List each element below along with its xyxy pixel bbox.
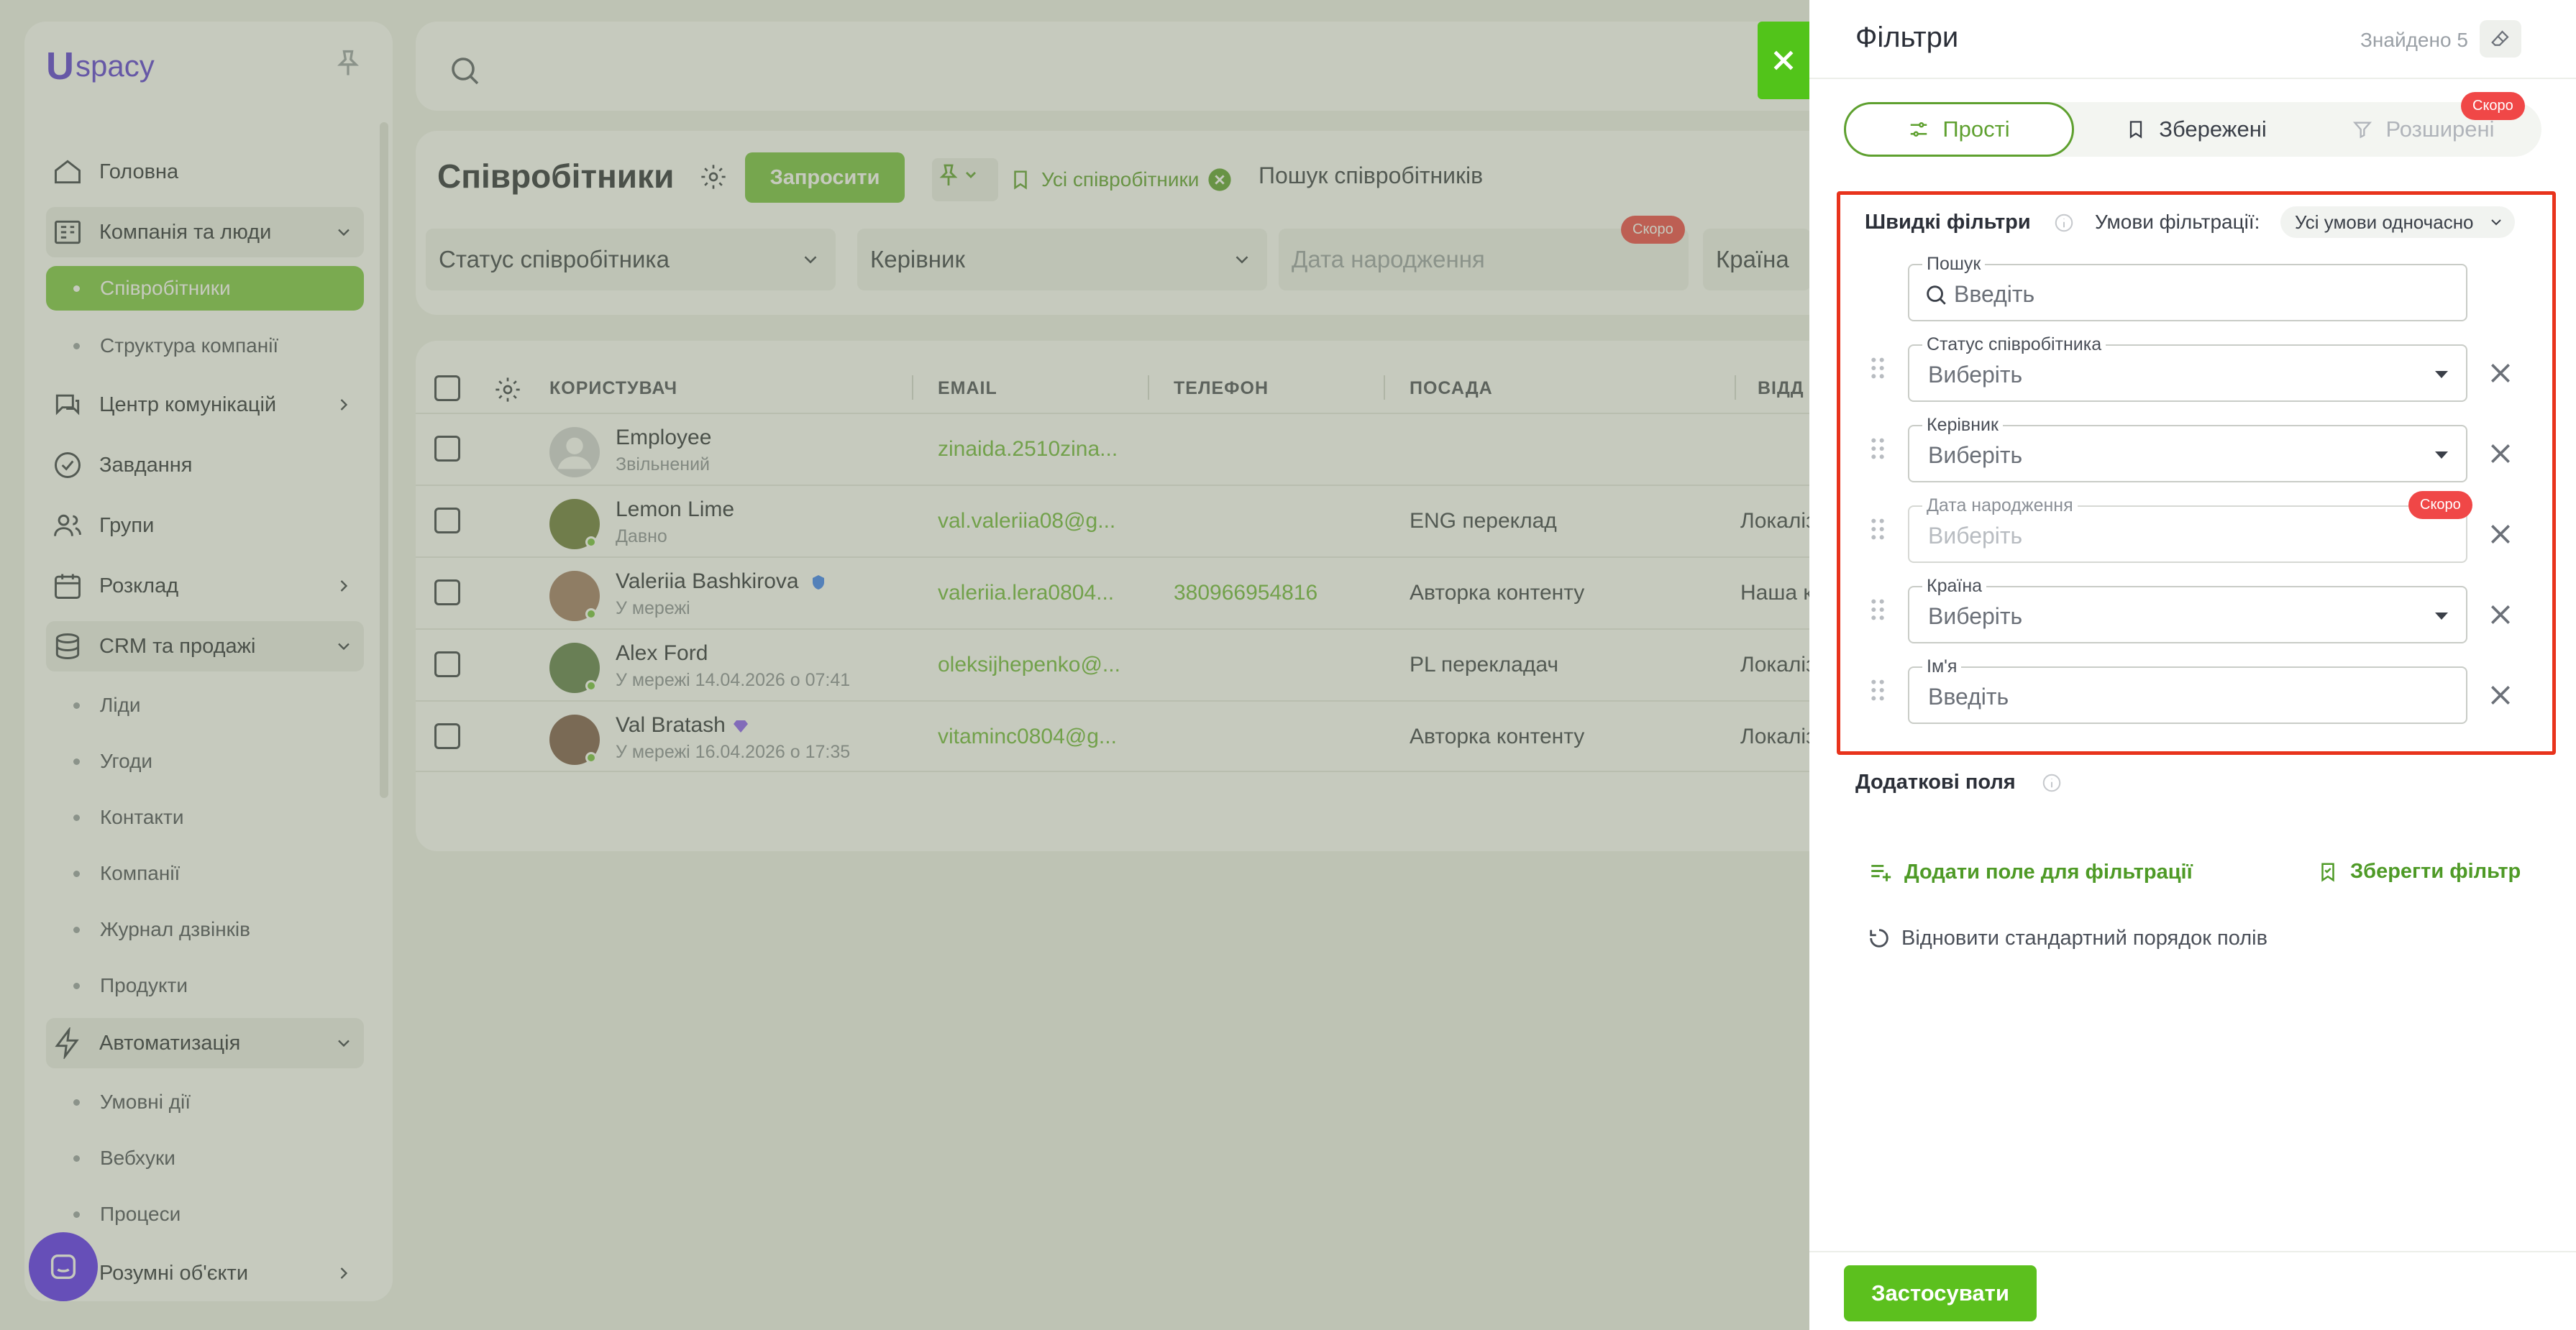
panel-title: Фільтри [1855,22,1959,53]
birthdate-select: Дата народження Виберіть [1908,495,2467,563]
search-field[interactable]: Пошук Введіть [1908,254,2467,321]
clear-filters-button[interactable] [2480,20,2521,58]
name-field[interactable]: Ім'я Введіть [1908,656,2467,724]
quick-filters-title: Швидкі фільтри [1865,211,2031,234]
link-label: Додати поле для фільтрації [1904,860,2193,884]
remove-filter-icon[interactable] [2486,600,2515,629]
restore-label: Відновити стандартний порядок полів [1901,926,2267,950]
field-label: Статус співробітника [1922,334,2106,355]
search-icon [1927,285,1946,305]
field-label: Пошук [1922,254,1986,275]
tab-simple[interactable]: Прості [1844,102,2074,157]
add-list-icon [1871,865,1891,881]
chevron-down-icon [2491,219,2501,226]
caret-down-icon [2435,451,2448,459]
tab-label: Збережені [2159,116,2267,142]
eraser-icon [2491,30,2509,46]
filter-row-name: Ім'я Введіть [1840,652,2552,724]
close-icon [1773,50,1794,70]
conditions-dropdown[interactable]: Усі умови одночасно [2280,206,2515,238]
restore-icon [1870,929,1888,948]
field-placeholder: Виберіть [1928,603,2023,629]
drag-handle-icon[interactable] [1869,517,1886,541]
found-count: Знайдено 5 [2360,29,2468,51]
field-placeholder: Виберіть [1928,523,2023,549]
field-placeholder: Введіть [1928,684,2009,710]
drag-handle-icon[interactable] [1869,597,1886,622]
country-select[interactable]: Країна Виберіть [1908,576,2467,643]
status-select[interactable]: Статус співробітника Виберіть [1908,334,2467,402]
field-label: Ім'я [1922,656,1962,677]
tab-label: Прості [1942,116,2010,142]
info-icon[interactable] [2053,212,2075,234]
bookmark-icon [2130,121,2142,139]
remove-filter-icon[interactable] [2486,681,2515,710]
field-placeholder: Введіть [1954,281,2035,307]
link-label: Зберегти фільтр [2350,860,2521,883]
drag-handle-icon[interactable] [1869,356,1886,380]
filter-row-birthdate: Дата народження Виберіть Скоро [1840,491,2552,563]
add-filter-field-button[interactable]: Додати поле для фільтрації [1868,860,2193,884]
tab-label: Розширені [2385,116,2495,142]
panel-header: Фільтри Знайдено 5 [1809,0,2576,79]
soon-badge: Скоро [2461,92,2525,120]
filter-row-search: Пошук Введіть [1840,249,2552,321]
filter-row-manager: Керівник Виберіть [1840,411,2552,482]
remove-filter-icon[interactable] [2486,439,2515,468]
advanced-filter-icon [2353,121,2372,139]
filter-row-status: Статус співробітника Виберіть [1840,330,2552,402]
remove-filter-icon[interactable] [2486,359,2515,387]
field-label: Керівник [1922,415,2003,436]
remove-filter-icon[interactable] [2486,520,2515,549]
sliders-icon [1911,122,1927,137]
close-panel-button[interactable] [1758,22,1809,99]
additional-fields-title: Додаткові поля [1855,771,2016,794]
filter-tabs: Прості Збережені Розширені [1844,102,2541,157]
tab-saved[interactable]: Збережені [2088,102,2304,157]
save-filter-button[interactable]: Зберегти фільтр [2317,860,2521,884]
soon-badge: Скоро [2408,491,2472,519]
drag-handle-icon[interactable] [1869,678,1886,702]
panel-footer: Застосувати [1809,1251,2576,1330]
field-label: Країна [1922,576,1987,597]
conditions-value: Усі умови одночасно [2295,211,2474,233]
field-placeholder: Виберіть [1928,442,2023,468]
restore-field-order-button[interactable]: Відновити стандартний порядок полів [1867,926,2267,950]
filter-row-country: Країна Виберіть [1840,572,2552,643]
bookmark-icon [2321,863,2334,882]
caret-down-icon [2435,371,2448,378]
modal-backdrop[interactable] [0,0,1809,1330]
filters-panel: Фільтри Знайдено 5 Прості Збережені Розш… [1809,0,2576,1330]
conditions-label: Умови фільтрації: [2095,211,2260,233]
drag-handle-icon[interactable] [1869,436,1886,461]
quick-filters-block: Швидкі фільтри Умови фільтрації: Усі умо… [1837,191,2556,755]
info-icon[interactable] [2041,772,2063,794]
apply-button[interactable]: Застосувати [1844,1265,2037,1321]
field-label: Дата народження [1922,495,2078,516]
field-placeholder: Виберіть [1928,362,2023,387]
caret-down-icon [2435,613,2448,620]
manager-select[interactable]: Керівник Виберіть [1908,415,2467,482]
